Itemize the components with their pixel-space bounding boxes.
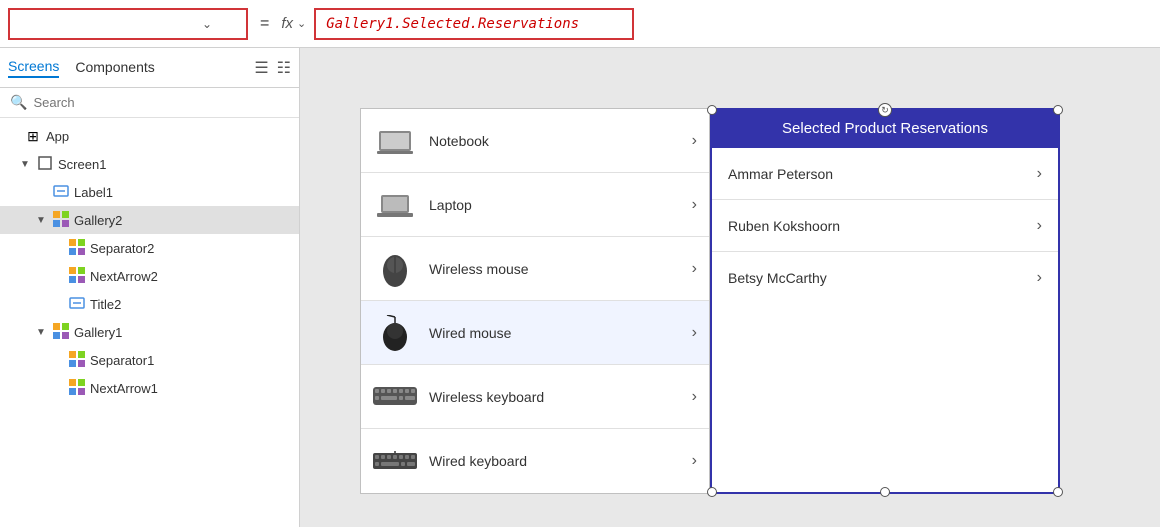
tree-item-title2[interactable]: Title2 bbox=[0, 290, 299, 318]
handle-bottom-right[interactable] bbox=[1053, 487, 1063, 497]
row-arrow-1: › bbox=[692, 196, 697, 214]
search-input[interactable] bbox=[33, 95, 289, 110]
tree-node-icon-gallery1 bbox=[52, 323, 70, 342]
tree-label-nextarrow1: NextArrow1 bbox=[90, 381, 158, 396]
reservation-name-2: Betsy McCarthy bbox=[728, 270, 1037, 286]
tree-item-nextarrow1[interactable]: NextArrow1 bbox=[0, 374, 299, 402]
reservations-list: Ammar Peterson›Ruben Kokshoorn›Betsy McC… bbox=[712, 148, 1058, 304]
res-arrow-2: › bbox=[1037, 269, 1042, 287]
name-dropdown[interactable]: Items ⌄ bbox=[8, 8, 248, 40]
gallery-row-2[interactable]: Wireless mouse › bbox=[361, 237, 709, 301]
tree-label-separator1: Separator1 bbox=[90, 353, 154, 368]
product-icon-1 bbox=[373, 187, 417, 223]
tree-node-icon-app: ⊞ bbox=[24, 128, 42, 145]
res-arrow-0: › bbox=[1037, 165, 1042, 183]
sidebar: Screens Components ☰ ☷ 🔍 ⊞ App ▼ Screen1 Lab… bbox=[0, 48, 300, 527]
row-arrow-4: › bbox=[692, 388, 697, 406]
tree-item-label1[interactable]: Label1 bbox=[0, 178, 299, 206]
tree-item-nextarrow2[interactable]: NextArrow2 bbox=[0, 262, 299, 290]
tab-components[interactable]: Components bbox=[75, 59, 154, 77]
search-icon: 🔍 bbox=[10, 94, 27, 111]
tree: ⊞ App ▼ Screen1 Label1 ▼ Gallery2 Separator2 Nex… bbox=[0, 118, 299, 527]
product-icon-4 bbox=[373, 379, 417, 415]
sidebar-tabs: Screens Components ☰ ☷ bbox=[0, 48, 299, 88]
product-icon-2 bbox=[373, 251, 417, 287]
gallery-right[interactable]: ↻ Selected Product Reservations Ammar Pe… bbox=[710, 108, 1060, 494]
gallery-row-3[interactable]: Wired mouse › bbox=[361, 301, 709, 365]
tree-node-icon-nextarrow2 bbox=[68, 267, 86, 286]
tree-label-gallery1: Gallery1 bbox=[74, 325, 122, 340]
product-name-4: Wireless keyboard bbox=[429, 389, 680, 405]
reservation-row-2[interactable]: Betsy McCarthy› bbox=[712, 252, 1058, 304]
tree-node-icon-separator2 bbox=[68, 239, 86, 258]
row-arrow-3: › bbox=[692, 324, 697, 342]
product-name-0: Notebook bbox=[429, 133, 680, 149]
tree-label-title2: Title2 bbox=[90, 297, 121, 312]
grid-icon[interactable]: ☷ bbox=[277, 58, 291, 78]
product-name-1: Laptop bbox=[429, 197, 680, 213]
expand-icon-gallery2[interactable]: ▼ bbox=[36, 215, 48, 226]
gallery-row-4[interactable]: Wireless keyboard › bbox=[361, 365, 709, 429]
tab-screens[interactable]: Screens bbox=[8, 58, 59, 78]
list-icon[interactable]: ☰ bbox=[254, 58, 268, 78]
product-name-3: Wired mouse bbox=[429, 325, 680, 341]
formula-box[interactable]: Gallery1.Selected.Reservations bbox=[314, 8, 634, 40]
reservation-row-0[interactable]: Ammar Peterson› bbox=[712, 148, 1058, 200]
gallery-row-5[interactable]: Wired keyboard › bbox=[361, 429, 709, 493]
tree-item-screen1[interactable]: ▼ Screen1 bbox=[0, 150, 299, 178]
reservation-name-0: Ammar Peterson bbox=[728, 166, 1037, 182]
tree-item-gallery2[interactable]: ▼ Gallery2 bbox=[0, 206, 299, 234]
product-name-5: Wired keyboard bbox=[429, 453, 680, 469]
row-arrow-2: › bbox=[692, 260, 697, 278]
tree-label-label1: Label1 bbox=[74, 185, 113, 200]
tree-label-nextarrow2: NextArrow2 bbox=[90, 269, 158, 284]
tree-item-separator1[interactable]: Separator1 bbox=[0, 346, 299, 374]
formula-text: Gallery1.Selected.Reservations bbox=[326, 16, 579, 32]
res-arrow-1: › bbox=[1037, 217, 1042, 235]
tab-icons: ☰ ☷ bbox=[254, 58, 291, 78]
gallery-wrapper: Notebook›Laptop›Wireless mouse›Wired mou… bbox=[360, 108, 1060, 494]
tree-label-screen1: Screen1 bbox=[58, 157, 106, 172]
gallery-left[interactable]: Notebook›Laptop›Wireless mouse›Wired mou… bbox=[360, 108, 710, 494]
fx-area: fx ⌄ bbox=[281, 15, 306, 32]
tree-label-app: App bbox=[46, 129, 69, 144]
handle-top-left[interactable] bbox=[707, 105, 717, 115]
fx-chevron-icon[interactable]: ⌄ bbox=[297, 17, 306, 30]
product-name-2: Wireless mouse bbox=[429, 261, 680, 277]
rotate-handle[interactable]: ↻ bbox=[878, 103, 892, 117]
row-arrow-0: › bbox=[692, 132, 697, 150]
product-icon-0 bbox=[373, 123, 417, 159]
search-box[interactable]: 🔍 bbox=[0, 88, 299, 118]
handle-bottom-mid[interactable] bbox=[880, 487, 890, 497]
reservation-name-1: Ruben Kokshoorn bbox=[728, 218, 1037, 234]
gallery-row-1[interactable]: Laptop › bbox=[361, 173, 709, 237]
expand-icon-screen1[interactable]: ▼ bbox=[20, 159, 32, 170]
name-chevron-icon[interactable]: ⌄ bbox=[202, 17, 212, 31]
equals-sign: = bbox=[256, 15, 273, 33]
expand-icon-gallery1[interactable]: ▼ bbox=[36, 327, 48, 338]
row-arrow-5: › bbox=[692, 452, 697, 470]
tree-node-icon-screen1 bbox=[36, 156, 54, 173]
tree-node-icon-label1 bbox=[52, 183, 70, 202]
name-input[interactable]: Items bbox=[18, 16, 198, 32]
tree-node-icon-gallery2 bbox=[52, 211, 70, 230]
top-bar: Items ⌄ = fx ⌄ Gallery1.Selected.Reserva… bbox=[0, 0, 1160, 48]
main-layout: Screens Components ☰ ☷ 🔍 ⊞ App ▼ Screen1 Lab… bbox=[0, 48, 1160, 527]
canvas-area[interactable]: Notebook›Laptop›Wireless mouse›Wired mou… bbox=[300, 48, 1160, 527]
fx-icon: fx bbox=[281, 15, 293, 32]
product-icon-5 bbox=[373, 443, 417, 479]
tree-node-icon-nextarrow1 bbox=[68, 379, 86, 398]
tree-node-icon-separator1 bbox=[68, 351, 86, 370]
gallery-row-0[interactable]: Notebook › bbox=[361, 109, 709, 173]
tree-item-separator2[interactable]: Separator2 bbox=[0, 234, 299, 262]
tree-node-icon-title2 bbox=[68, 295, 86, 314]
handle-bottom-left[interactable] bbox=[707, 487, 717, 497]
tree-item-app[interactable]: ⊞ App bbox=[0, 122, 299, 150]
tree-item-gallery1[interactable]: ▼ Gallery1 bbox=[0, 318, 299, 346]
handle-top-right[interactable] bbox=[1053, 105, 1063, 115]
product-icon-3 bbox=[373, 315, 417, 351]
tree-label-separator2: Separator2 bbox=[90, 241, 154, 256]
reservation-row-1[interactable]: Ruben Kokshoorn› bbox=[712, 200, 1058, 252]
tree-label-gallery2: Gallery2 bbox=[74, 213, 122, 228]
